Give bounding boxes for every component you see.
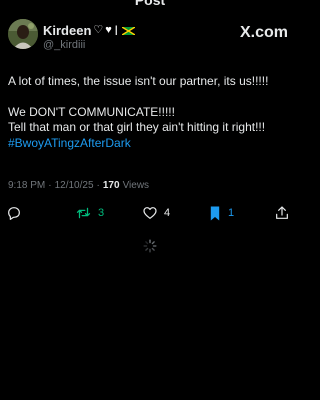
views-label: Views	[122, 180, 150, 191]
reply-icon	[8, 207, 20, 220]
x-logo-icon: X.com	[239, 24, 288, 41]
avatar[interactable]	[8, 19, 38, 49]
display-name: Kirdeen	[43, 23, 92, 38]
share-icon	[276, 206, 288, 219]
post-line-2: We DON'T COMMUNICATE!!!!!	[8, 104, 175, 119]
separator-bar-icon: |	[114, 25, 118, 36]
post-body: A lot of times, the issue isn't our part…	[8, 74, 294, 151]
meta-separator: ·	[48, 180, 52, 191]
meta-separator: ·	[96, 180, 100, 191]
post-time[interactable]: 9:18 PM	[8, 180, 45, 191]
post-meta: 9:18 PM · 12/10/25 · 170 Views	[8, 180, 149, 191]
like-icon	[143, 207, 157, 219]
user-handle[interactable]: @_kirdiii	[43, 39, 85, 51]
post-date[interactable]: 12/10/25	[55, 180, 94, 191]
repost-icon	[76, 207, 91, 219]
post-line-3: Tell that man or that girl they ain't hi…	[8, 120, 266, 134]
action-bar: 3 4 1	[0, 203, 300, 223]
page-title: Post	[134, 0, 166, 8]
display-name-row[interactable]: Kirdeen ♡ ♥ |	[43, 23, 135, 38]
top-bar: Post	[0, 0, 300, 8]
share-button[interactable]	[274, 203, 290, 223]
hashtag-link[interactable]: #BwoyATingzAfterDark	[8, 136, 294, 152]
bookmark-count: 1	[228, 207, 235, 219]
post-line-1: A lot of times, the issue isn't our part…	[8, 74, 269, 88]
reply-button[interactable]	[6, 203, 22, 223]
repost-count: 3	[98, 207, 105, 219]
loading-spinner-icon	[143, 239, 157, 253]
repost-button[interactable]: 3	[75, 203, 104, 223]
like-count: 4	[164, 207, 171, 219]
bookmark-icon	[210, 206, 220, 220]
views-count: 170	[102, 180, 120, 191]
like-button[interactable]: 4	[142, 203, 170, 223]
bookmark-button[interactable]: 1	[208, 203, 234, 223]
post-header: Kirdeen ♡ ♥ | @_kirdiii X.com	[8, 16, 292, 56]
jamaica-flag-icon	[121, 26, 135, 35]
avatar-image	[8, 19, 38, 49]
white-heart-icon: ♥	[105, 24, 112, 36]
heart-outline-icon: ♡	[93, 24, 104, 36]
